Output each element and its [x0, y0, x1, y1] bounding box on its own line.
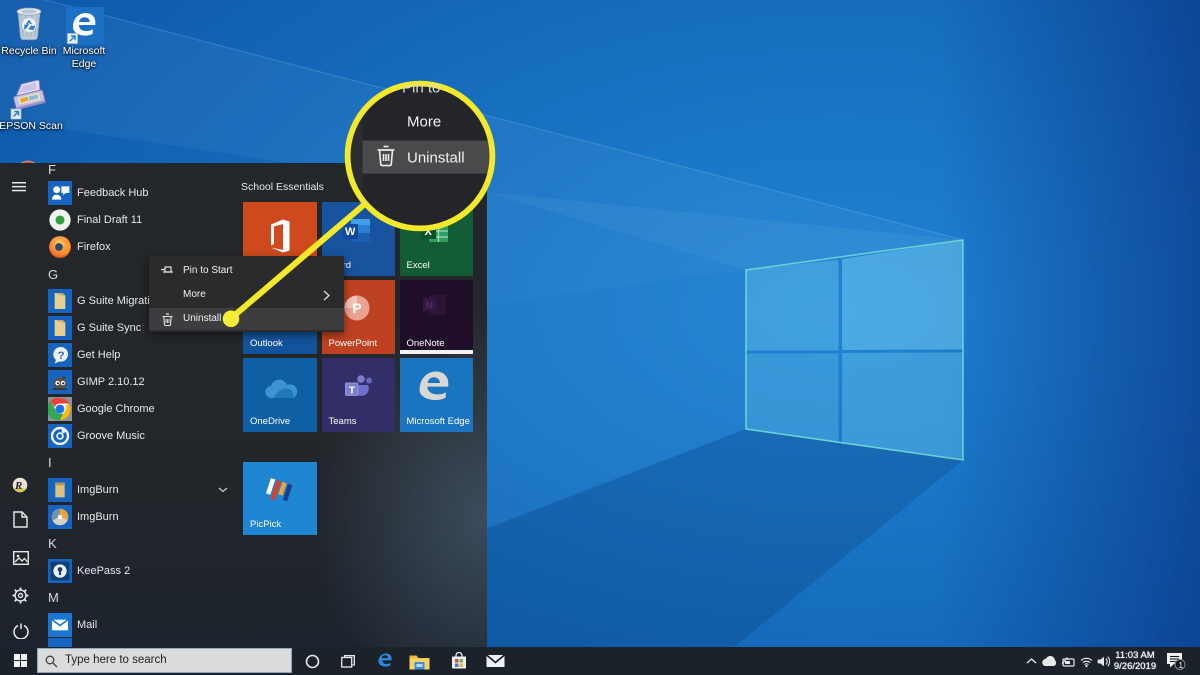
- svg-text:1: 1: [1178, 660, 1183, 670]
- svg-text:T: T: [348, 385, 355, 397]
- svg-text:X: X: [424, 226, 432, 238]
- svg-text:?: ?: [58, 350, 65, 362]
- svg-text:W: W: [345, 226, 356, 238]
- svg-text:N: N: [426, 301, 433, 312]
- svg-text:R: R: [14, 480, 22, 492]
- svg-text:P: P: [352, 301, 361, 316]
